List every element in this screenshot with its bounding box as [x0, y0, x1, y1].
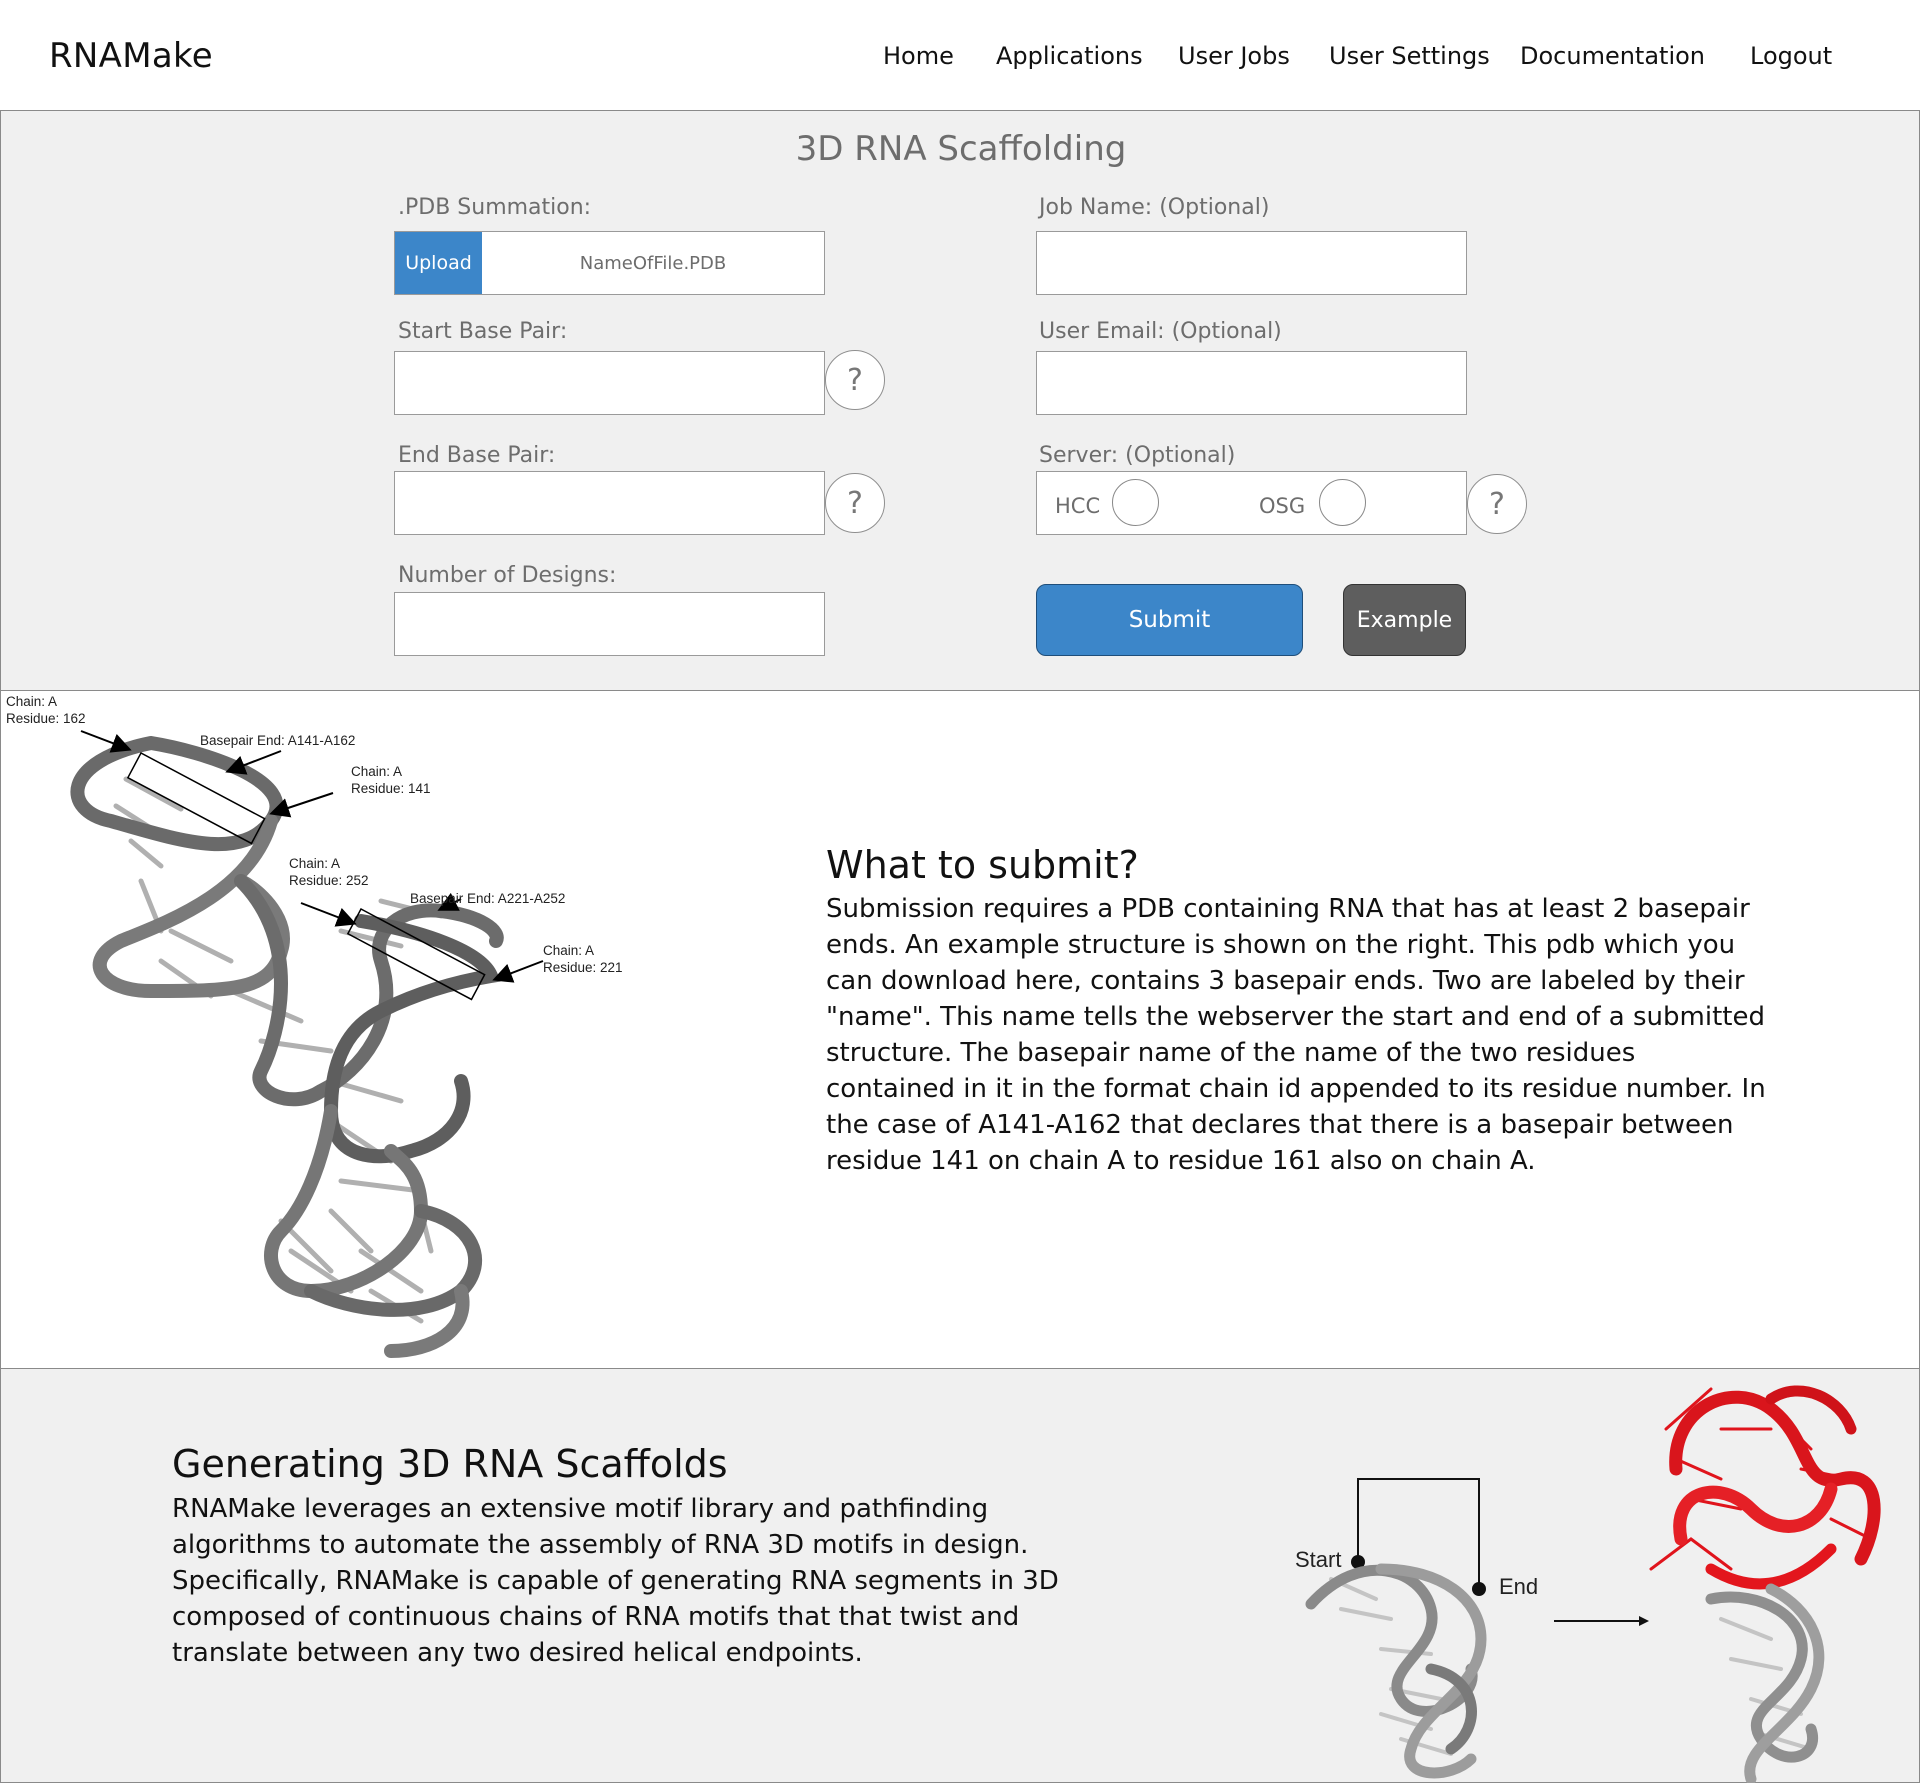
label-bp-end-2: Basepair End: A221-A252 — [410, 891, 565, 906]
nav-user-settings[interactable]: User Settings — [1329, 42, 1490, 70]
top-nav: RNAMake Home Applications User Jobs User… — [0, 0, 1920, 110]
server-osg-radio[interactable] — [1319, 479, 1366, 526]
scaffolds-section: Generating 3D RNA Scaffolds RNAMake leve… — [0, 1368, 1920, 1783]
start-bp-field — [394, 351, 825, 415]
server-label: Server: (Optional) — [1039, 443, 1236, 468]
user-email-label: User Email: (Optional) — [1039, 319, 1282, 344]
gray-helix-left — [1305, 1563, 1487, 1779]
red-scaffold-structure — [1649, 1385, 1881, 1590]
pdb-label: .PDB Summation: — [398, 195, 592, 220]
scaffolds-body: RNAMake leverages an extensive motif lib… — [172, 1494, 1059, 1668]
end-label: End — [1499, 1574, 1538, 1599]
scaffold-figure: Start End — [1295, 1385, 1881, 1783]
user-email-field — [1036, 351, 1467, 415]
job-name-field — [1036, 231, 1467, 295]
example-button[interactable]: Example — [1343, 584, 1466, 656]
label-bp-end-1: Basepair End: A141-A162 — [200, 733, 355, 748]
server-osg-label: OSG — [1259, 494, 1306, 518]
nav-documentation[interactable]: Documentation — [1520, 42, 1705, 70]
label-chain-a-res-221: Chain: A Residue: 221 — [543, 943, 623, 975]
scaffolding-form: 3D RNA Scaffolding .PDB Summation: Uploa… — [0, 110, 1920, 691]
rna-example-figure: Chain: A Residue: 162 Basepair End: A141… — [6, 694, 623, 1358]
designs-field — [394, 592, 825, 656]
label-chain-a-res-162: Chain: A Residue: 162 — [6, 694, 86, 726]
form-title: 3D RNA Scaffolding — [795, 129, 1127, 169]
start-bp-input[interactable] — [395, 352, 824, 414]
end-bp-field — [394, 471, 825, 535]
user-email-input[interactable] — [1037, 352, 1466, 414]
end-dot — [1472, 1582, 1486, 1596]
what-to-submit-section: Chain: A Residue: 162 Basepair End: A141… — [0, 691, 1920, 1368]
job-name-label: Job Name: (Optional) — [1039, 195, 1270, 220]
start-bp-label: Start Base Pair: — [398, 319, 568, 344]
designs-label: Number of Designs: — [398, 563, 617, 588]
nav-user-jobs[interactable]: User Jobs — [1178, 42, 1290, 70]
label-chain-a-res-141: Chain: A Residue: 141 — [351, 764, 431, 796]
nav-home[interactable]: Home — [883, 42, 954, 70]
file-name-text: NameOfFile.PDB — [579, 252, 727, 274]
pdb-file-field: Upload NameOfFile.PDB — [394, 231, 825, 295]
job-name-input[interactable] — [1037, 232, 1466, 294]
brand-logo[interactable]: RNAMake — [49, 36, 213, 76]
what-to-submit-body: Submission requires a PDB containing RNA… — [826, 894, 1766, 1176]
what-to-submit-title: What to submit? — [826, 843, 1139, 887]
designs-input[interactable] — [395, 593, 824, 655]
start-bp-help-icon[interactable]: ? — [825, 350, 885, 410]
transform-arrowhead — [1639, 1616, 1649, 1626]
end-bp-help-icon[interactable]: ? — [825, 473, 885, 533]
upload-button[interactable]: Upload — [395, 232, 482, 294]
scaffolds-title: Generating 3D RNA Scaffolds — [172, 1442, 728, 1486]
gray-scaffold-structure — [1705, 1583, 1825, 1783]
end-bp-input[interactable] — [395, 472, 824, 534]
start-label: Start — [1295, 1547, 1341, 1572]
submit-button[interactable]: Submit — [1036, 584, 1303, 656]
label-chain-a-res-252: Chain: A Residue: 252 — [289, 856, 369, 888]
nav-logout[interactable]: Logout — [1750, 42, 1832, 70]
server-help-icon[interactable]: ? — [1467, 474, 1527, 534]
server-hcc-radio[interactable] — [1112, 479, 1159, 526]
server-hcc-label: HCC — [1055, 494, 1101, 518]
nav-applications[interactable]: Applications — [996, 42, 1143, 70]
server-field: HCC OSG — [1036, 471, 1467, 535]
end-bp-label: End Base Pair: — [398, 443, 556, 468]
